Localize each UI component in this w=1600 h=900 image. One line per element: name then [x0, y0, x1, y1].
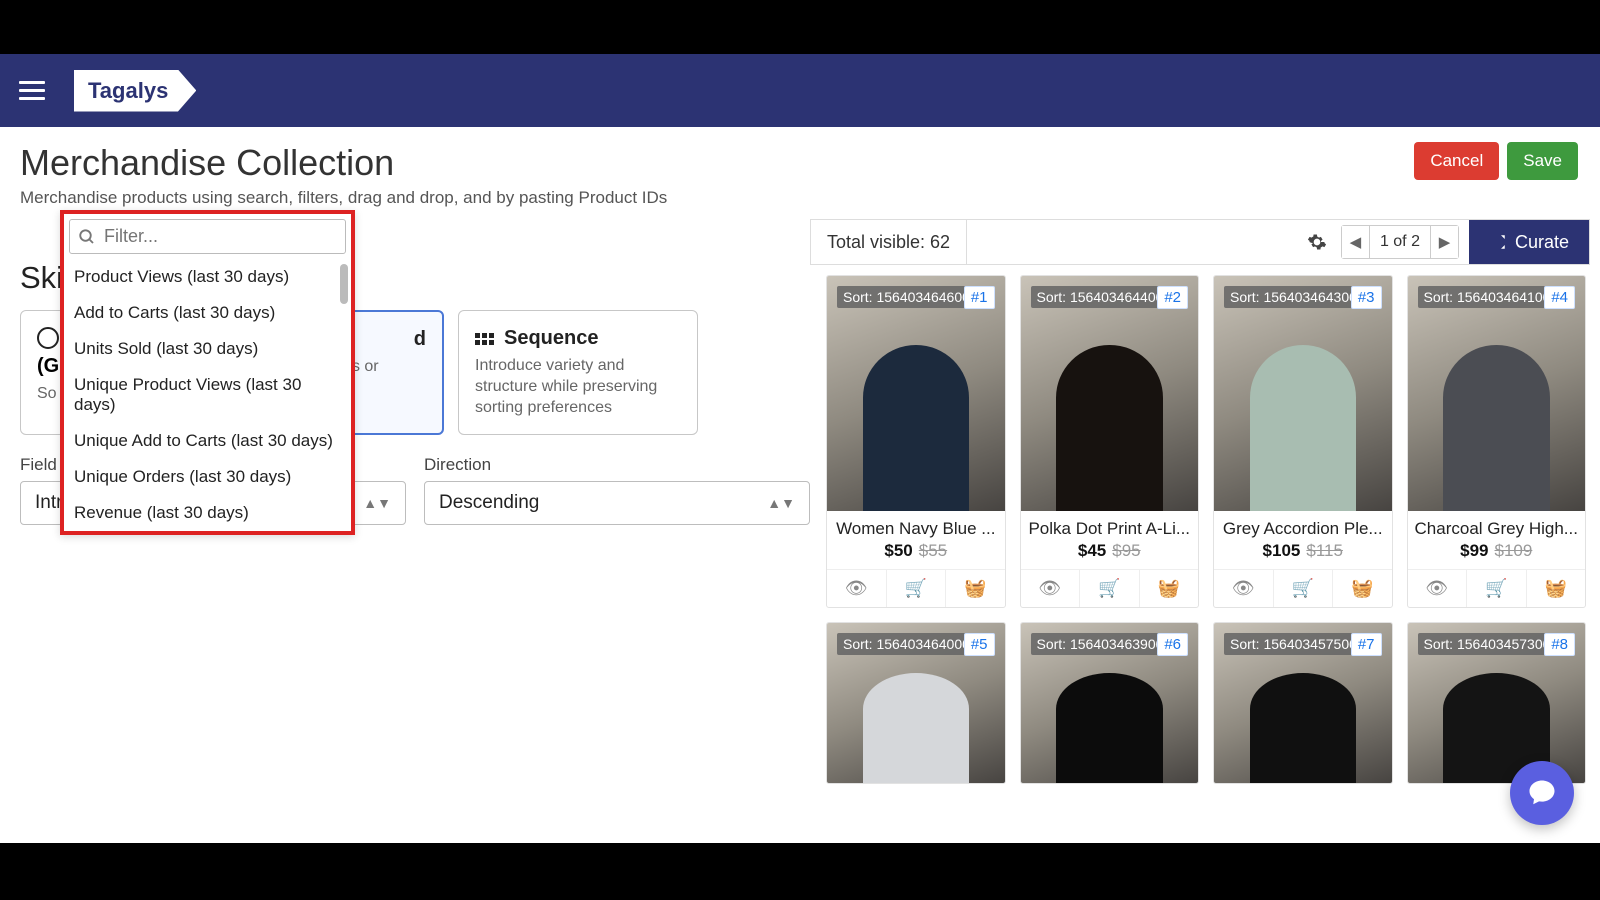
caret-icon: ▲▼: [767, 495, 795, 511]
views-icon[interactable]: 👁: [1408, 570, 1468, 607]
search-icon: [78, 228, 96, 246]
dropdown-item[interactable]: Revenue (last 30 days): [64, 495, 351, 531]
top-bar: Tagalys: [0, 54, 1600, 127]
cancel-button[interactable]: Cancel: [1414, 142, 1499, 180]
product-card[interactable]: Sort: 1564034643000#3 Grey Accordion Ple.…: [1213, 275, 1393, 608]
total-visible-label: Total visible: 62: [811, 220, 967, 264]
rank-badge: #5: [964, 633, 995, 656]
sort-label: Sort: 1564034646000: [837, 286, 984, 308]
sort-label: Sort: 1564034640000: [837, 633, 984, 655]
dropdown-item[interactable]: Product Views (last 30 days): [64, 259, 351, 295]
product-card[interactable]: Sort: 1564034639000#6👁🛒🧺: [1020, 622, 1200, 784]
product-card[interactable]: Sort: 1564034644000#2 Polka Dot Print A-L…: [1020, 275, 1200, 608]
product-card[interactable]: Sort: 1564034640000#5👁🛒🧺: [826, 622, 1006, 784]
card-sequence-desc: Introduce variety and structure while pr…: [475, 356, 681, 418]
cart-icon[interactable]: 🛒: [1274, 570, 1334, 607]
chat-launcher[interactable]: [1510, 761, 1574, 825]
dropdown-item[interactable]: Add to Carts (last 30 days): [64, 295, 351, 331]
card-field-title-partial: d: [414, 328, 426, 351]
product-title: Polka Dot Print A-Li...: [1021, 511, 1199, 539]
rank-badge: #6: [1157, 633, 1188, 656]
prev-page-button[interactable]: ◀: [1342, 226, 1370, 258]
dropdown-item[interactable]: Unique Orders (last 30 days): [64, 459, 351, 495]
sort-label: Sort: 1564034644000: [1031, 286, 1178, 308]
curate-label: Curate: [1515, 232, 1569, 253]
field-dropdown-menu: Product Views (last 30 days)Add to Carts…: [60, 210, 355, 535]
cart-icon[interactable]: 🛒: [1080, 570, 1140, 607]
rank-badge: #4: [1544, 286, 1575, 309]
product-image: [1021, 276, 1199, 511]
product-toolbar: Total visible: 62 ◀ 1 of 2 ▶ Curate: [810, 219, 1590, 265]
logo: Tagalys: [74, 70, 196, 112]
sort-label: Sort: 1564034573000: [1418, 633, 1565, 655]
product-title: Grey Accordion Ple...: [1214, 511, 1392, 539]
product-price: $105$115: [1214, 539, 1392, 569]
basket-icon[interactable]: 🧺: [1140, 570, 1199, 607]
product-card[interactable]: Sort: 1564034646000#1 Women Navy Blue ...…: [826, 275, 1006, 608]
dropdown-item[interactable]: Unique Product Views (last 30 days): [64, 367, 351, 423]
views-icon[interactable]: 👁: [1021, 570, 1081, 607]
rank-badge: #2: [1157, 286, 1188, 309]
curate-button[interactable]: Curate: [1469, 220, 1589, 264]
filter-input[interactable]: [104, 226, 337, 247]
product-price: $50$55: [827, 539, 1005, 569]
caret-icon: ▲▼: [363, 495, 391, 511]
product-card[interactable]: Sort: 1564034641000#4 Charcoal Grey High.…: [1407, 275, 1587, 608]
sort-label: Sort: 1564034641000: [1418, 286, 1565, 308]
views-icon[interactable]: 👁: [1214, 570, 1274, 607]
pagination: ◀ 1 of 2 ▶: [1341, 225, 1459, 259]
product-image: [1408, 276, 1586, 511]
product-card[interactable]: Sort: 1564034573000#8👁🛒🧺: [1407, 622, 1587, 784]
sort-option-sequence[interactable]: Sequence Introduce variety and structure…: [458, 310, 698, 435]
rank-badge: #8: [1544, 633, 1575, 656]
basket-icon[interactable]: 🧺: [1527, 570, 1586, 607]
page-title: Merchandise Collection: [20, 142, 1580, 184]
sort-label: Sort: 1564034639000: [1031, 633, 1178, 655]
sort-label: Sort: 1564034643000: [1224, 286, 1371, 308]
chat-icon: [1527, 778, 1557, 808]
dropdown-item[interactable]: Unique Add to Carts (last 30 days): [64, 423, 351, 459]
product-image: [1214, 276, 1392, 511]
filter-input-wrapper: [69, 219, 346, 254]
basket-icon[interactable]: 🧺: [1333, 570, 1392, 607]
product-title: Women Navy Blue ...: [827, 511, 1005, 539]
save-button[interactable]: Save: [1507, 142, 1578, 180]
card-sequence-title: Sequence: [504, 327, 598, 350]
sort-label: Sort: 1564034575000: [1224, 633, 1371, 655]
globe-icon: [37, 327, 59, 349]
menu-button[interactable]: [15, 74, 49, 108]
cart-icon[interactable]: 🛒: [1467, 570, 1527, 607]
rank-badge: #3: [1351, 286, 1382, 309]
cart-icon[interactable]: 🛒: [887, 570, 947, 607]
product-card[interactable]: Sort: 1564034575000#7👁🛒🧺: [1213, 622, 1393, 784]
main-content: Merchandise Collection Merchandise produ…: [0, 127, 1600, 843]
product-price: $45$95: [1021, 539, 1199, 569]
basket-icon[interactable]: 🧺: [946, 570, 1005, 607]
product-title: Charcoal Grey High...: [1408, 511, 1586, 539]
views-icon[interactable]: 👁: [827, 570, 887, 607]
gear-icon[interactable]: [1307, 232, 1327, 252]
next-page-button[interactable]: ▶: [1430, 226, 1458, 258]
scrollbar-thumb[interactable]: [340, 264, 348, 304]
shuffle-icon: [1489, 233, 1507, 251]
page-indicator: 1 of 2: [1370, 233, 1430, 251]
dropdown-item[interactable]: Units Sold (last 30 days): [64, 331, 351, 367]
direction-select-value: Descending: [439, 492, 539, 514]
rank-badge: #7: [1351, 633, 1382, 656]
product-image: [827, 276, 1005, 511]
direction-label: Direction: [424, 455, 810, 475]
direction-select[interactable]: Descending ▲▼: [424, 481, 810, 525]
grid-icon: [475, 333, 494, 345]
rank-badge: #1: [964, 286, 995, 309]
product-price: $99$109: [1408, 539, 1586, 569]
